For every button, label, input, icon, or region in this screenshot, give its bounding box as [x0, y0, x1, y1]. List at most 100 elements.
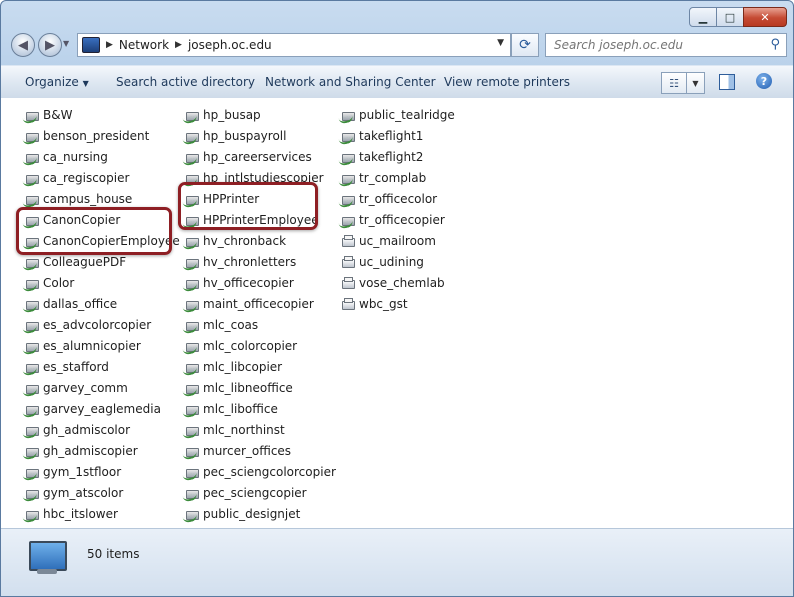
- organize-button[interactable]: Organize ▼: [25, 75, 89, 89]
- network-printer-icon: [341, 214, 355, 226]
- printer-item[interactable]: public_designjet: [185, 503, 336, 524]
- address-dropdown-icon[interactable]: ▼: [497, 38, 504, 48]
- printer-name: es_alumnicopier: [43, 338, 141, 353]
- printer-name: benson_president: [43, 128, 150, 143]
- printer-item[interactable]: dallas_office: [25, 293, 180, 314]
- printer-item[interactable]: gh_admiscolor: [25, 419, 180, 440]
- printer-item[interactable]: maint_officecopier: [185, 293, 336, 314]
- view-remote-printers-button[interactable]: View remote printers: [444, 75, 570, 89]
- printer-item[interactable]: ca_regiscopier: [25, 167, 180, 188]
- network-printer-icon: [185, 298, 199, 310]
- printer-name: mlc_coas: [203, 317, 259, 332]
- address-bar[interactable]: ▶ Network ▶ joseph.oc.edu ▼: [77, 33, 511, 57]
- printer-item[interactable]: gh_admiscopier: [25, 440, 180, 461]
- breadcrumb-domain[interactable]: joseph.oc.edu: [188, 38, 272, 52]
- close-button[interactable]: ✕: [743, 7, 787, 27]
- printer-item[interactable]: benson_president: [25, 125, 180, 146]
- recent-pages-dropdown-icon[interactable]: ▼: [63, 39, 69, 48]
- printer-item[interactable]: hp_busap: [185, 104, 336, 125]
- refresh-icon[interactable]: ⟳: [511, 33, 539, 57]
- printer-name: es_stafford: [43, 359, 109, 374]
- printer-item[interactable]: CanonCopier: [25, 209, 180, 230]
- chevron-down-icon: ▼: [82, 79, 89, 88]
- printer-item[interactable]: hbc_itslower: [25, 503, 180, 524]
- printer-item[interactable]: pec_sciengcolorcopier: [185, 461, 336, 482]
- printer-item[interactable]: takeflight1: [341, 125, 455, 146]
- search-icon[interactable]: ⚲: [770, 37, 780, 52]
- printer-item[interactable]: hv_chronback: [185, 230, 336, 251]
- printer-item[interactable]: tr_officecolor: [341, 188, 455, 209]
- printer-item[interactable]: hv_officecopier: [185, 272, 336, 293]
- printer-item[interactable]: garvey_comm: [25, 377, 180, 398]
- printer-name: mlc_liboffice: [203, 401, 278, 416]
- printer-name: hv_chronletters: [203, 254, 297, 269]
- chevron-down-icon[interactable]: ▼: [687, 73, 704, 93]
- printer-item[interactable]: murcer_offices: [185, 440, 336, 461]
- printer-item[interactable]: uc_udining: [341, 251, 455, 272]
- search-active-directory-button[interactable]: Search active directory: [116, 75, 255, 89]
- printer-item[interactable]: Color: [25, 272, 180, 293]
- printer-name: hp_intlstudiescopier: [203, 170, 324, 185]
- printer-item[interactable]: es_alumnicopier: [25, 335, 180, 356]
- printer-item[interactable]: mlc_colorcopier: [185, 335, 336, 356]
- printer-item[interactable]: HPPrinter: [185, 188, 336, 209]
- printer-name: murcer_offices: [203, 443, 292, 458]
- printer-name: hp_buspayroll: [203, 128, 287, 143]
- printer-name: hp_busap: [203, 107, 261, 122]
- printer-item[interactable]: gym_1stfloor: [25, 461, 180, 482]
- printer-item[interactable]: hp_intlstudiescopier: [185, 167, 336, 188]
- printer-item[interactable]: mlc_libcopier: [185, 356, 336, 377]
- printer-item[interactable]: mlc_coas: [185, 314, 336, 335]
- printer-item[interactable]: pec_sciengcopier: [185, 482, 336, 503]
- printer-item[interactable]: tr_officecopier: [341, 209, 455, 230]
- printer-item[interactable]: tr_complab: [341, 167, 455, 188]
- network-printer-icon: [25, 298, 39, 310]
- printer-item[interactable]: vose_chemlab: [341, 272, 455, 293]
- printer-name: CanonCopierEmployee: [43, 233, 180, 248]
- network-printer-icon: [341, 172, 355, 184]
- printer-item[interactable]: hp_careerservices: [185, 146, 336, 167]
- printer-item[interactable]: B&W: [25, 104, 180, 125]
- printer-item[interactable]: mlc_libneoffice: [185, 377, 336, 398]
- network-printer-icon: [185, 361, 199, 373]
- printer-item[interactable]: garvey_eaglemedia: [25, 398, 180, 419]
- printer-item[interactable]: ColleaguePDF: [25, 251, 180, 272]
- network-printer-icon: [25, 151, 39, 163]
- change-view-button[interactable]: ☷ ▼: [661, 72, 705, 94]
- preview-pane-icon[interactable]: [719, 74, 735, 90]
- printer-item[interactable]: campus_house: [25, 188, 180, 209]
- printer-item[interactable]: hp_buspayroll: [185, 125, 336, 146]
- printer-item[interactable]: wbc_gst: [341, 293, 455, 314]
- network-printer-icon: [25, 130, 39, 142]
- network-sharing-center-button[interactable]: Network and Sharing Center: [265, 75, 436, 89]
- breadcrumb-network[interactable]: Network: [119, 38, 169, 52]
- printer-item[interactable]: public_tealridge: [341, 104, 455, 125]
- printer-name: gym_atscolor: [43, 485, 124, 500]
- printer-item[interactable]: takeflight2: [341, 146, 455, 167]
- printer-item[interactable]: mlc_liboffice: [185, 398, 336, 419]
- minimize-button[interactable]: ▁: [689, 7, 717, 27]
- maximize-button[interactable]: □: [716, 7, 744, 27]
- network-printer-icon: [185, 235, 199, 247]
- printer-item[interactable]: ca_nursing: [25, 146, 180, 167]
- forward-arrow-icon[interactable]: ▶: [38, 33, 62, 57]
- details-pane: 50 items: [1, 528, 793, 596]
- printer-item[interactable]: gym_atscolor: [25, 482, 180, 503]
- help-icon[interactable]: ?: [756, 73, 772, 89]
- printer-item[interactable]: es_advcolorcopier: [25, 314, 180, 335]
- search-input[interactable]: [552, 37, 766, 53]
- printer-item[interactable]: hv_chronletters: [185, 251, 336, 272]
- printer-item[interactable]: HPPrinterEmployee: [185, 209, 336, 230]
- printer-name: garvey_comm: [43, 380, 128, 395]
- printer-item[interactable]: CanonCopierEmployee: [25, 230, 180, 251]
- printer-item[interactable]: es_stafford: [25, 356, 180, 377]
- breadcrumb-chevron-icon[interactable]: ▶: [106, 40, 113, 50]
- breadcrumb-chevron-icon[interactable]: ▶: [175, 40, 182, 50]
- network-printer-icon: [185, 277, 199, 289]
- view-list-icon[interactable]: ☷: [662, 73, 687, 93]
- printer-item[interactable]: mlc_northinst: [185, 419, 336, 440]
- printer-name: mlc_northinst: [203, 422, 285, 437]
- printer-item[interactable]: uc_mailroom: [341, 230, 455, 251]
- back-arrow-icon[interactable]: ◀: [11, 33, 35, 57]
- network-printer-icon: [185, 487, 199, 499]
